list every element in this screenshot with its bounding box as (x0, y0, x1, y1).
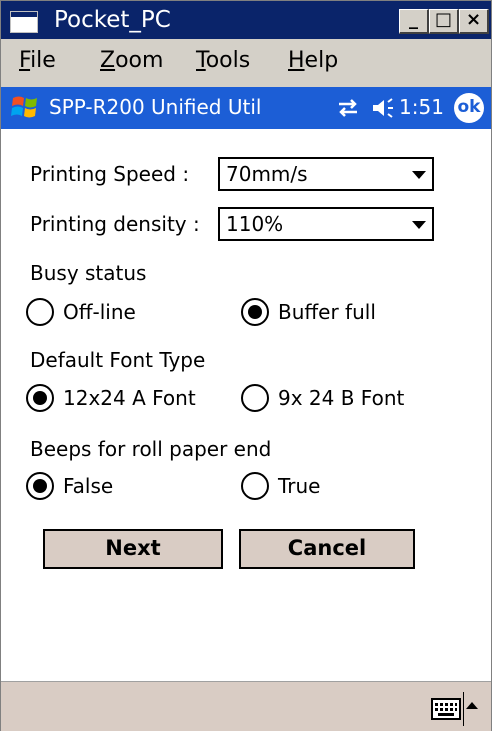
separator (463, 692, 464, 726)
menu-tools[interactable]: Tools (196, 48, 250, 74)
app-window-icon (10, 11, 38, 33)
menu-zoom[interactable]: Zoom (100, 48, 163, 74)
printing-speed-value: 70mm/s (226, 162, 308, 186)
chevron-down-icon (412, 171, 426, 179)
printing-density-value: 110% (226, 212, 284, 236)
menu-bar: File Zoom Tools Help (1, 39, 491, 83)
busy-status-label: Busy status (30, 261, 147, 285)
minimize-button[interactable]: _ (399, 9, 429, 34)
windows-start-icon[interactable] (10, 92, 40, 122)
beeps-true-radio[interactable] (241, 472, 269, 500)
printing-density-select[interactable]: 110% (218, 207, 434, 241)
connectivity-icon[interactable] (335, 97, 361, 119)
menu-help[interactable]: Help (288, 48, 338, 74)
minimize-icon: _ (409, 9, 418, 30)
clock[interactable]: 1:51 (399, 94, 444, 120)
keyboard-icon[interactable] (431, 698, 461, 720)
font-a-radio[interactable] (26, 384, 54, 412)
beeps-label: Beeps for roll paper end (30, 437, 272, 461)
maximize-icon: □ (434, 9, 452, 30)
device-nav-bar: SPP-R200 Unified Util 1:51 ok (1, 87, 491, 129)
cancel-button[interactable]: Cancel (239, 529, 415, 569)
menu-file[interactable]: File (19, 48, 56, 74)
window-title: Pocket_PC (54, 7, 171, 33)
maximize-button[interactable]: □ (429, 9, 459, 34)
busy-bufferfull-radio[interactable] (241, 298, 269, 326)
beeps-false-label[interactable]: False (63, 473, 113, 499)
bottom-bar (1, 681, 491, 731)
next-button[interactable]: Next (43, 529, 223, 569)
ok-button[interactable]: ok (454, 93, 484, 123)
busy-bufferfull-label[interactable]: Buffer full (278, 299, 376, 325)
settings-form: Printing Speed : 70mm/s Printing density… (1, 129, 491, 681)
busy-offline-radio[interactable] (26, 298, 54, 326)
default-font-label: Default Font Type (30, 348, 206, 372)
printing-speed-select[interactable]: 70mm/s (218, 157, 434, 191)
printing-density-label: Printing density : (30, 212, 200, 236)
font-a-label[interactable]: 12x24 A Font (63, 385, 196, 411)
device-app-title[interactable]: SPP-R200 Unified Util (49, 94, 261, 120)
font-b-label[interactable]: 9x 24 B Font (278, 385, 404, 411)
beeps-true-label[interactable]: True (278, 473, 320, 499)
chevron-down-icon (412, 221, 426, 229)
beeps-false-radio[interactable] (26, 472, 54, 500)
busy-offline-label[interactable]: Off-line (63, 299, 136, 325)
title-bar: Pocket_PC _ □ × (1, 1, 491, 39)
close-button[interactable]: × (459, 9, 489, 34)
font-b-radio[interactable] (241, 384, 269, 412)
close-icon: × (465, 9, 482, 30)
speaker-icon[interactable] (371, 97, 395, 119)
chevron-up-icon[interactable] (466, 702, 478, 709)
printing-speed-label: Printing Speed : (30, 162, 190, 186)
